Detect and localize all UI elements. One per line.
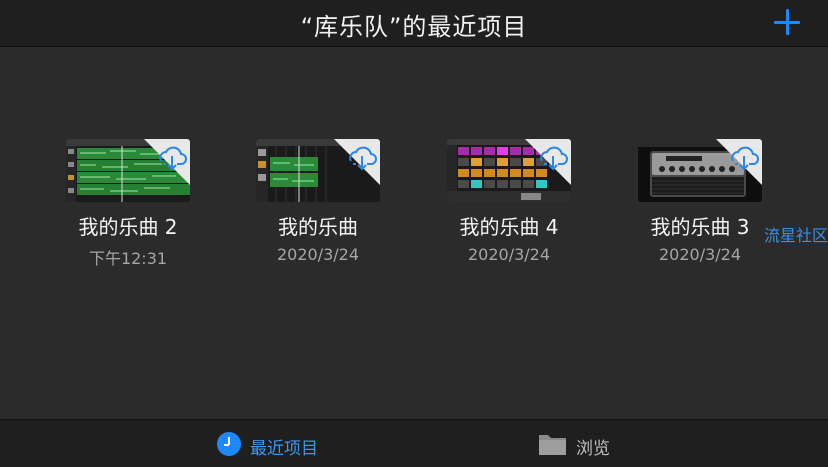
add-project-button[interactable] xyxy=(774,9,800,35)
project-card[interactable]: 我的乐曲 4 2020/3/24 xyxy=(447,139,571,264)
project-date: 2020/3/24 xyxy=(276,245,360,264)
cloud-download-icon[interactable] xyxy=(716,139,762,185)
project-name: 我的乐曲 xyxy=(278,215,358,239)
project-name: 我的乐曲 2 xyxy=(78,215,178,239)
project-thumbnail xyxy=(447,139,571,202)
top-bar: “库乐队”的最近项目 xyxy=(0,0,828,47)
tab-bar: 最近项目 浏览 xyxy=(0,419,828,467)
project-card[interactable]: 我的乐曲 3 2020/3/24 xyxy=(638,139,762,264)
cloud-download-icon[interactable] xyxy=(334,139,380,185)
project-name: 我的乐曲 4 xyxy=(459,215,559,239)
folder-icon xyxy=(539,435,566,455)
cloud-download-icon[interactable] xyxy=(525,139,571,185)
tab-browse[interactable]: 浏览 xyxy=(538,430,648,459)
project-thumbnail xyxy=(256,139,380,202)
project-thumbnail xyxy=(638,139,762,202)
tab-label: 最近项目 xyxy=(250,439,318,459)
tab-label: 浏览 xyxy=(576,439,610,459)
project-date: 2020/3/24 xyxy=(467,245,551,264)
project-thumbnail xyxy=(66,139,190,202)
cloud-download-icon[interactable] xyxy=(144,139,190,185)
tab-recent-projects[interactable]: 最近项目 xyxy=(216,430,356,459)
page-title: “库乐队”的最近项目 xyxy=(300,13,528,41)
project-card[interactable]: 我的乐曲 2020/3/24 xyxy=(256,139,380,264)
watermark-text: 流星社区 xyxy=(764,226,828,245)
project-card[interactable]: 我的乐曲 2 下午12:31 xyxy=(66,139,190,269)
project-date: 下午12:31 xyxy=(88,249,168,268)
project-date: 2020/3/24 xyxy=(658,245,742,264)
clock-icon xyxy=(217,432,241,456)
project-name: 我的乐曲 3 xyxy=(650,215,750,239)
